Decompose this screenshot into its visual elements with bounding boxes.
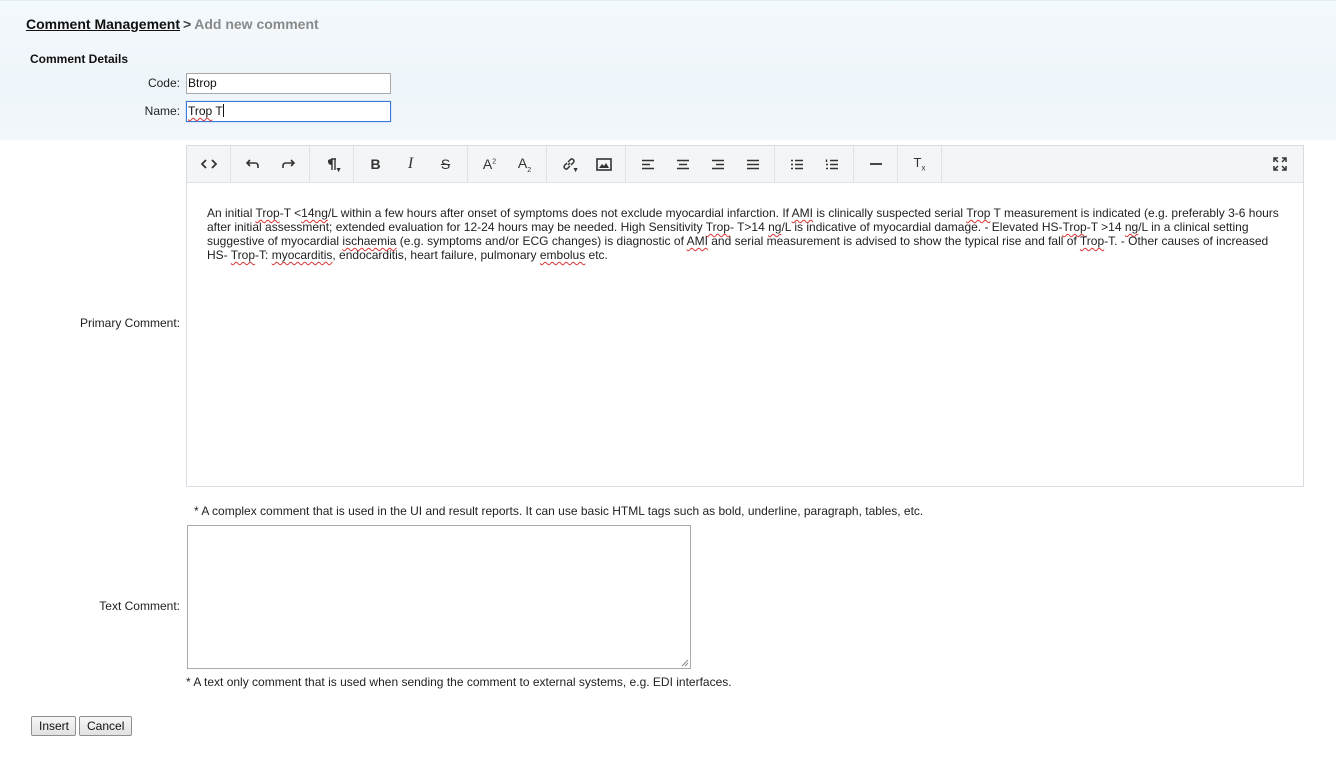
- comment-text: -T:: [255, 248, 272, 262]
- misspelled-word: 14ng: [301, 206, 328, 220]
- undo-icon[interactable]: [235, 146, 270, 182]
- breadcrumb: Comment Management > Add new comment: [26, 16, 319, 32]
- misspelled-word: Trop: [1062, 220, 1087, 234]
- misspelled-word: Trop: [230, 248, 256, 262]
- italic-icon[interactable]: I: [393, 146, 428, 182]
- text-comment-textarea[interactable]: [187, 525, 691, 669]
- misspelled-word: embolus: [539, 248, 586, 262]
- align-right-icon[interactable]: [700, 146, 735, 182]
- comment-text: (e.g. symptoms and/or ECG changes) is di…: [396, 234, 687, 248]
- misspelled-word: Trop: [1079, 234, 1105, 248]
- paragraph-format-icon[interactable]: ▼: [314, 146, 349, 182]
- editor-toolbar: ▼ B I S A2 A2 ▼ Tx: [187, 146, 1303, 183]
- text-comment-label: Text Comment:: [99, 599, 180, 613]
- breadcrumb-current: Add new comment: [194, 16, 319, 32]
- breadcrumb-separator: >: [183, 16, 192, 32]
- align-justify-icon[interactable]: [735, 146, 770, 182]
- misspelled-word: ischaemia: [342, 234, 397, 248]
- breadcrumb-link-comment-management[interactable]: Comment Management: [26, 16, 180, 32]
- misspelled-word: Trop: [255, 206, 280, 220]
- comment-text: and serial measurement is advised to sho…: [707, 234, 1080, 248]
- superscript-icon[interactable]: A2: [472, 146, 507, 182]
- misspelled-word: ng: [768, 220, 782, 234]
- text-comment-hint: * A text only comment that is used when …: [186, 675, 732, 689]
- unordered-list-icon[interactable]: [779, 146, 814, 182]
- primary-comment-content[interactable]: An initial Trop-T <14ng/L within a few h…: [187, 183, 1303, 262]
- comment-text: etc.: [585, 248, 608, 262]
- misspelled-word: myocarditis: [271, 248, 333, 262]
- misspelled-word: Trop: [705, 220, 730, 234]
- comment-text: /L is indicative of myocardial damage. -…: [781, 220, 1063, 234]
- fullscreen-icon[interactable]: [1262, 146, 1297, 182]
- name-label: Name:: [144, 104, 180, 118]
- misspelled-word: Trop: [966, 206, 991, 220]
- insert-button[interactable]: Insert: [31, 716, 76, 736]
- comment-text: -T >14: [1086, 220, 1125, 234]
- bold-icon[interactable]: B: [358, 146, 393, 182]
- subscript-icon[interactable]: A2: [507, 146, 542, 182]
- insert-image-icon[interactable]: [586, 146, 621, 182]
- text-caret: [222, 104, 224, 117]
- redo-icon[interactable]: [270, 146, 305, 182]
- ordered-list-icon[interactable]: [814, 146, 849, 182]
- insert-link-icon[interactable]: ▼: [551, 146, 586, 182]
- clear-formatting-icon[interactable]: Tx: [902, 146, 937, 182]
- code-input[interactable]: [186, 73, 391, 94]
- primary-comment-hint: * A complex comment that is used in the …: [194, 504, 924, 518]
- cancel-button[interactable]: Cancel: [79, 716, 132, 736]
- name-input[interactable]: Trop T: [186, 101, 391, 122]
- comment-text: is clinically suspected serial: [813, 206, 967, 220]
- comment-text: An initial: [207, 206, 256, 220]
- comment-text: , endocarditis, heart failure, pulmonary: [332, 248, 540, 262]
- code-label: Code:: [147, 76, 180, 90]
- code-view-icon[interactable]: [191, 146, 226, 182]
- section-title: Comment Details: [30, 52, 129, 66]
- resize-handle-icon[interactable]: [680, 658, 689, 667]
- misspelled-word: AMI: [791, 206, 813, 220]
- name-input-word: Trop: [188, 104, 213, 118]
- name-input-rest: T: [212, 104, 223, 118]
- rich-text-editor: ▼ B I S A2 A2 ▼ Tx An initial Trop-T <14…: [186, 145, 1304, 487]
- comment-text: /L within a few hours after onset of sym…: [327, 206, 792, 220]
- comment-text: - T>14: [729, 220, 769, 234]
- misspelled-word: ng: [1124, 220, 1139, 234]
- comment-text: -T <: [279, 206, 302, 220]
- misspelled-word: AMI: [686, 234, 708, 248]
- strikethrough-icon[interactable]: S: [428, 146, 463, 182]
- primary-comment-label: Primary Comment:: [79, 316, 180, 330]
- horizontal-line-icon[interactable]: [858, 146, 893, 182]
- align-left-icon[interactable]: [630, 146, 665, 182]
- align-center-icon[interactable]: [665, 146, 700, 182]
